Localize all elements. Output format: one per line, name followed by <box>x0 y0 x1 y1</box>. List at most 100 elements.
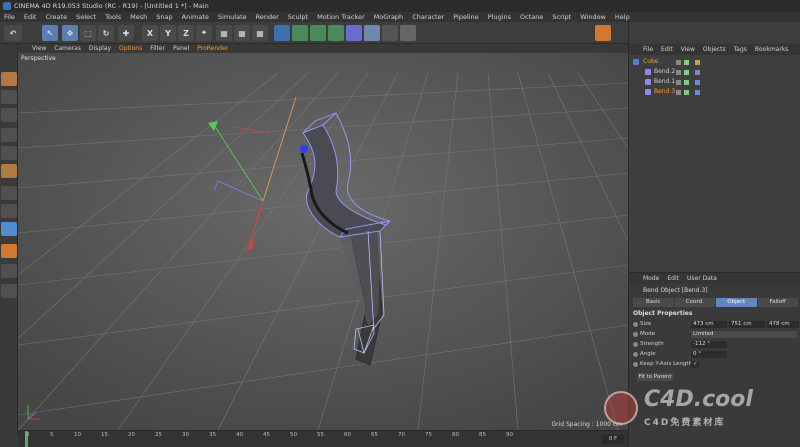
object-row-cube[interactable]: Cube <box>629 57 800 67</box>
menu-animate[interactable]: Animate <box>182 13 209 21</box>
viewport-menu-panel[interactable]: Panel <box>173 45 189 52</box>
viewport-menu-view[interactable]: View <box>32 45 46 52</box>
model-mode-icon[interactable] <box>1 90 17 104</box>
menu-file[interactable]: File <box>4 13 15 21</box>
visibility-flag-icon[interactable] <box>676 79 681 85</box>
camera-icon[interactable] <box>382 25 398 41</box>
object-menu-objects[interactable]: Objects <box>703 46 726 53</box>
fit-to-parent-button[interactable]: Fit to Parent <box>637 373 673 381</box>
polygons-mode-icon[interactable] <box>1 164 17 178</box>
scale-tool-icon[interactable]: ⬚ <box>80 25 96 41</box>
enabled-check-icon[interactable] <box>684 59 689 65</box>
menu-mograph[interactable]: MoGraph <box>374 13 404 21</box>
menu-script[interactable]: Script <box>552 13 571 21</box>
menu-simulate[interactable]: Simulate <box>218 13 247 21</box>
menu-mesh[interactable]: Mesh <box>130 13 147 21</box>
undo-icon[interactable]: ↶ <box>4 25 22 41</box>
live-selection-icon[interactable]: ↖ <box>42 25 58 41</box>
render-picture-viewer-icon[interactable]: ▦ <box>234 25 250 41</box>
tab-falloff[interactable]: Falloff <box>757 298 798 307</box>
enabled-check-icon[interactable] <box>684 69 689 75</box>
viewport-menu-prorender[interactable]: ProRender <box>197 45 228 52</box>
animate-dot-icon[interactable] <box>633 332 638 337</box>
points-mode-icon[interactable] <box>1 128 17 142</box>
menu-window[interactable]: Window <box>580 13 606 21</box>
animate-dot-icon[interactable] <box>633 362 638 367</box>
size-x-field[interactable]: 473 cm <box>691 321 727 328</box>
visibility-flag-icon[interactable] <box>676 69 681 75</box>
axis-mode-icon[interactable] <box>1 186 17 200</box>
angle-field[interactable]: 0 ° <box>691 351 727 358</box>
object-menu-file[interactable]: File <box>643 46 653 53</box>
make-editable-icon[interactable] <box>1 72 17 86</box>
menu-plugins[interactable]: Plugins <box>488 13 511 21</box>
perspective-viewport[interactable]: Perspective Grid Spacing : 1000 cm <box>18 53 628 430</box>
menu-edit[interactable]: Edit <box>24 13 37 21</box>
tweak-mode-icon[interactable] <box>1 204 17 218</box>
tab-object[interactable]: Object <box>716 298 757 307</box>
coordinate-system-icon[interactable]: ⌖ <box>196 25 212 41</box>
axis-y-button[interactable]: Y <box>160 25 176 41</box>
tab-coord[interactable]: Coord. <box>674 298 715 307</box>
render-settings-icon[interactable]: ▦ <box>252 25 268 41</box>
menu-tools[interactable]: Tools <box>105 13 121 21</box>
animate-dot-icon[interactable] <box>633 342 638 347</box>
layout-icon[interactable] <box>595 25 611 41</box>
menu-sculpt[interactable]: Sculpt <box>288 13 308 21</box>
size-z-field[interactable]: 478 cm <box>767 321 799 328</box>
object-menu-tags[interactable]: Tags <box>734 46 747 53</box>
menu-pipeline[interactable]: Pipeline <box>453 13 478 21</box>
viewport-scene[interactable] <box>18 53 628 430</box>
texture-mode-icon[interactable] <box>1 108 17 122</box>
phong-tag-icon[interactable] <box>695 59 700 65</box>
enabled-check-icon[interactable] <box>684 89 689 95</box>
snapping-icon[interactable] <box>1 222 17 236</box>
mode-dropdown[interactable]: Limited <box>691 331 797 338</box>
object-menu-view[interactable]: View <box>681 46 695 53</box>
menu-octane[interactable]: Octane <box>520 13 543 21</box>
current-frame-field[interactable]: 0 F <box>602 435 624 444</box>
menu-help[interactable]: Help <box>615 13 630 21</box>
rotate-tool-icon[interactable]: ↻ <box>98 25 114 41</box>
keep-y-axis-checkbox[interactable]: ✓ <box>691 361 699 368</box>
menu-create[interactable]: Create <box>45 13 67 21</box>
tab-basic[interactable]: Basic <box>633 298 674 307</box>
light-icon[interactable] <box>400 25 416 41</box>
viewport-menu-options[interactable]: Options <box>119 45 142 52</box>
axis-x-button[interactable]: X <box>142 25 158 41</box>
visibility-flag-icon[interactable] <box>676 59 681 65</box>
axis-z-button[interactable]: Z <box>178 25 194 41</box>
planar-workplane-icon[interactable] <box>1 284 17 298</box>
animate-dot-icon[interactable] <box>633 352 638 357</box>
add-tool-icon[interactable]: ✚ <box>118 25 134 41</box>
object-manager-list[interactable]: Cube Bend.2 Bend.1 Bend.3 <box>629 55 800 290</box>
enabled-check-icon[interactable] <box>684 79 689 85</box>
menu-character[interactable]: Character <box>412 13 444 21</box>
object-menu-bookmarks[interactable]: Bookmarks <box>755 46 789 53</box>
attr-menu-mode[interactable]: Mode <box>643 275 659 282</box>
attr-menu-user-data[interactable]: User Data <box>687 275 717 282</box>
subdivision-surface-icon[interactable] <box>310 25 326 41</box>
move-tool-icon[interactable]: ✥ <box>62 25 78 41</box>
viewport-menu-display[interactable]: Display <box>89 45 111 52</box>
edges-mode-icon[interactable] <box>1 146 17 160</box>
deformer-tag-icon[interactable] <box>695 69 700 75</box>
workplane-icon[interactable] <box>1 244 17 258</box>
object-row-bend-3[interactable]: Bend.3 <box>629 87 800 97</box>
floor-icon[interactable] <box>364 25 380 41</box>
viewport-menu-cameras[interactable]: Cameras <box>54 45 81 52</box>
attr-menu-edit[interactable]: Edit <box>667 275 679 282</box>
visibility-flag-icon[interactable] <box>676 89 681 95</box>
cube-primitive-icon[interactable] <box>274 25 290 41</box>
menu-select[interactable]: Select <box>76 13 96 21</box>
bend-deformer-icon[interactable] <box>346 25 362 41</box>
array-icon[interactable] <box>328 25 344 41</box>
object-row-bend-2[interactable]: Bend.2 <box>629 67 800 77</box>
size-y-field[interactable]: 751 cm <box>729 321 765 328</box>
animate-dot-icon[interactable] <box>633 322 638 327</box>
animation-timeline[interactable]: 0 5 10 15 20 25 30 35 40 45 50 55 60 65 … <box>18 430 628 447</box>
object-menu-edit[interactable]: Edit <box>661 46 673 53</box>
object-row-bend-1[interactable]: Bend.1 <box>629 77 800 87</box>
deformer-tag-icon[interactable] <box>695 89 700 95</box>
menu-motion-tracker[interactable]: Motion Tracker <box>317 13 365 21</box>
